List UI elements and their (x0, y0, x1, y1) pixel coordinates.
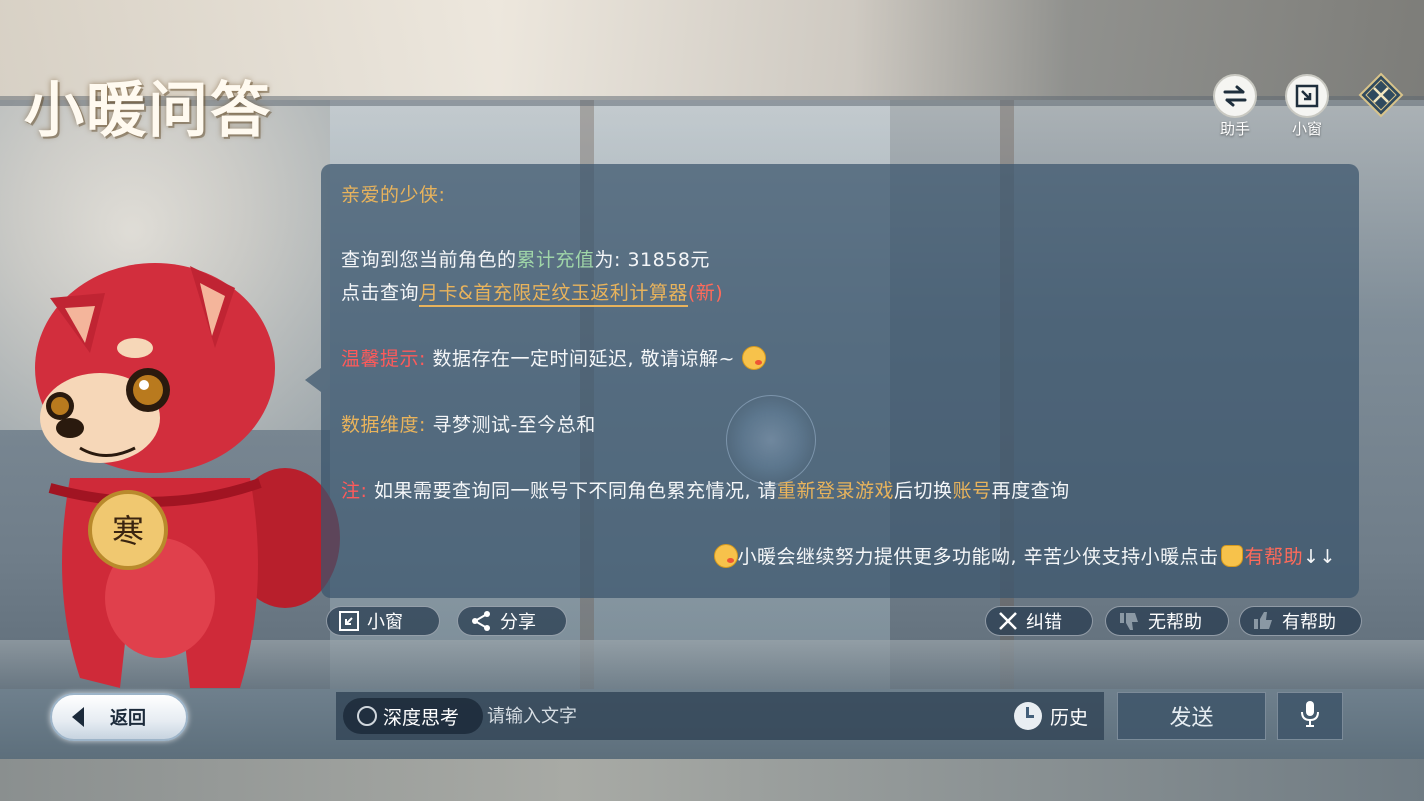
mascot-dog: 寒 (10, 258, 340, 698)
recharge-value: 为: 31858元 (594, 249, 710, 271)
answer-panel (321, 164, 1359, 598)
thumbs-up-emoji-icon (1220, 545, 1243, 567)
assistant-button[interactable]: 助手 (1205, 74, 1265, 138)
microphone-icon (1300, 700, 1320, 732)
deep-think-toggle[interactable]: 深度思考 (343, 698, 483, 734)
x-mark-icon (998, 611, 1018, 631)
tip-text: 数据存在一定时间延迟, 敬请谅解~ (425, 348, 735, 370)
close-diamond-icon[interactable] (1358, 72, 1404, 118)
speech-bubble-pointer (305, 368, 321, 392)
correct-button[interactable]: 纠错 (985, 606, 1093, 636)
greeting-text: 亲爱的少侠: (341, 184, 446, 206)
dimension-label: 数据维度: (341, 414, 426, 436)
tip-line: 温馨提示: 数据存在一定时间延迟, 敬请谅解~ (341, 344, 766, 371)
mini-window-label: 小窗 (1291, 120, 1322, 138)
tip-label: 温馨提示: (341, 348, 426, 370)
footer-line: 小暖会继续努力提供更多功能呦, 辛苦少侠支持小暖点击 有帮助↓↓ (713, 542, 1336, 569)
deep-think-label: 深度思考 (383, 706, 460, 729)
share-icon (470, 610, 492, 632)
not-helpful-button-label: 无帮助 (1148, 612, 1202, 633)
note-highlight-relogin: 重新登录游戏 (777, 480, 895, 502)
microphone-button[interactable] (1277, 692, 1343, 740)
mini-window-button-label: 小窗 (367, 612, 403, 633)
history-button[interactable]: 历史 (1014, 700, 1088, 732)
dimension-text: 寻梦测试-至今总和 (425, 414, 596, 436)
radio-circle-icon (357, 706, 377, 726)
shrink-window-icon (1285, 74, 1329, 118)
footer-helpful-text: 有帮助 (1244, 546, 1304, 568)
note-line: 注: 如果需要查询同一账号下不同角色累充情况, 请重新登录游戏后切换账号再度查询 (341, 476, 1070, 503)
recharge-highlight: 累计充值 (516, 249, 595, 271)
recharge-line: 查询到您当前角色的累计充值为: 31858元 (341, 245, 710, 272)
mini-window-button[interactable]: 小窗 (326, 606, 440, 636)
assistant-label: 助手 (1219, 120, 1250, 138)
note-text-3: 再度查询 (991, 480, 1070, 502)
not-helpful-button[interactable]: 无帮助 (1105, 606, 1229, 636)
back-arrow-icon (72, 707, 84, 727)
share-button-label: 分享 (500, 612, 536, 633)
focus-glow (726, 395, 816, 485)
kiss-emoji-icon (713, 544, 738, 568)
share-button[interactable]: 分享 (457, 606, 567, 636)
message-input[interactable] (487, 700, 1007, 732)
calculator-prefix: 点击查询 (341, 282, 420, 304)
footer-text: 小暖会继续努力提供更多功能呦, 辛苦少侠支持小暖点击 (737, 546, 1219, 568)
new-tag: (新) (687, 282, 724, 304)
note-text-1: 如果需要查询同一账号下不同角色累充情况, 请 (367, 480, 778, 502)
history-label: 历史 (1050, 706, 1089, 729)
calculator-line: 点击查询月卡&首充限定纹玉返利计算器(新) (341, 278, 724, 307)
footer-arrows: ↓↓ (1303, 546, 1336, 568)
send-button-label: 发送 (1169, 706, 1214, 731)
mascot-medal-text: 寒 (112, 512, 144, 550)
mini-window-top-button[interactable]: 小窗 (1277, 74, 1337, 138)
clock-icon (1014, 702, 1042, 730)
recharge-prefix: 查询到您当前角色的 (341, 249, 517, 271)
note-highlight-account: 账号 (952, 480, 992, 502)
thumbs-up-icon (1252, 610, 1274, 632)
dimension-line: 数据维度: 寻梦测试-至今总和 (341, 410, 596, 437)
send-button[interactable]: 发送 (1117, 692, 1266, 740)
note-label: 注: (341, 480, 368, 502)
calculator-link[interactable]: 月卡&首充限定纹玉返利计算器 (419, 282, 688, 307)
helpful-button[interactable]: 有帮助 (1239, 606, 1362, 636)
thumbs-down-icon (1118, 610, 1140, 632)
swap-arrows-icon (1213, 74, 1257, 118)
correct-button-label: 纠错 (1026, 612, 1062, 633)
note-text-2: 后切换 (894, 480, 953, 502)
back-button-label: 返回 (110, 708, 146, 729)
kiss-emoji-icon (741, 346, 766, 370)
helpful-button-label: 有帮助 (1282, 612, 1336, 633)
back-button[interactable]: 返回 (50, 693, 188, 741)
page-title: 小暖问答 (24, 76, 272, 146)
shrink-window-icon (339, 611, 359, 631)
